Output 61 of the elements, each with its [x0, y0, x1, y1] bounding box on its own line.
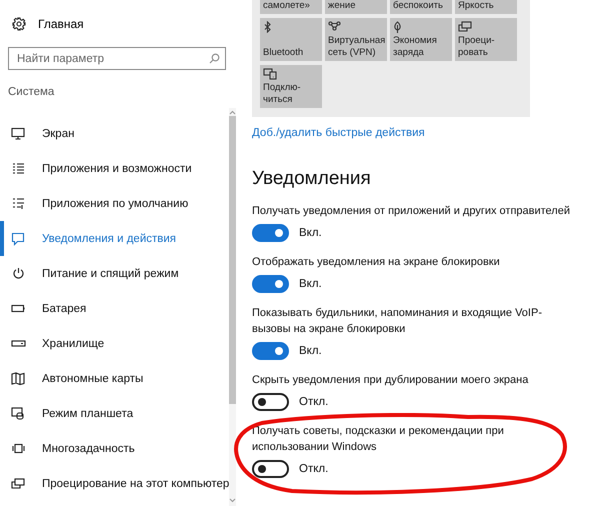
sidebar-item[interactable]: Приложения по умолчанию — [0, 186, 230, 221]
quick-action-tile[interactable]: самолете» — [260, 0, 322, 14]
sidebar-item[interactable]: Проецирование на этот компьютер — [0, 466, 230, 501]
setting-label: Показывать будильники, напоминания и входящие VoIP-вызовы на экране блокировки — [252, 306, 543, 337]
toggle-switch[interactable] — [252, 275, 289, 293]
toggle-state: Откл. — [299, 463, 328, 475]
list-icon — [10, 162, 26, 175]
screens-icon — [10, 478, 26, 490]
home-link[interactable]: Главная — [11, 14, 84, 34]
sidebar-item[interactable]: Многозадачность — [0, 431, 230, 466]
toggle-switch[interactable] — [252, 342, 289, 360]
scrollbar-thumb[interactable] — [229, 116, 236, 404]
sidebar-item[interactable]: Питание и спящий режим — [0, 256, 230, 291]
search-icon — [209, 53, 220, 64]
screens-icon — [458, 21, 472, 33]
map-icon — [10, 372, 26, 386]
quick-action-tile[interactable]: жение — [325, 0, 387, 14]
settings-icon — [11, 17, 27, 31]
sidebar-item[interactable]: Режим планшета — [0, 396, 230, 431]
sidebar-item[interactable]: Приложения и возможности — [0, 151, 230, 186]
section-heading: Уведомления — [252, 168, 372, 190]
toggle-state: Вкл. — [299, 345, 322, 357]
quick-action-tile[interactable]: Подклю-читься — [260, 65, 322, 108]
sidebar-item[interactable]: Уведомления и действия — [0, 221, 230, 256]
setting-label: Получать уведомления от приложений и других отправителей — [252, 204, 571, 219]
monitor-icon — [10, 127, 26, 140]
network-icon — [328, 21, 341, 31]
leaf-icon — [393, 21, 402, 34]
sidebar-item[interactable]: Экран — [0, 116, 230, 151]
message-icon — [10, 232, 26, 246]
scroll-up-icon[interactable] — [229, 108, 236, 116]
sidebar-item[interactable]: Хранилище — [0, 326, 230, 361]
toggle-state: Вкл. — [299, 278, 322, 290]
add-remove-link[interactable]: Доб./удалить быстрые действия — [252, 127, 425, 139]
drive-icon — [10, 339, 26, 348]
bluetooth-icon — [263, 21, 272, 33]
quick-action-tile[interactable]: беспокоить — [390, 0, 452, 14]
toggle-switch[interactable] — [252, 393, 289, 411]
tablet-icon — [10, 407, 26, 420]
scroll-down-icon[interactable] — [229, 496, 236, 504]
search-field[interactable]: Найти параметр — [8, 47, 226, 70]
quick-action-tile[interactable]: Проеци-ровать — [455, 18, 517, 61]
quick-action-tile[interactable]: Яркость — [455, 0, 517, 14]
quick-action-tile[interactable]: Bluetooth — [260, 18, 322, 61]
scrollbar[interactable] — [229, 108, 236, 506]
quick-action-tile[interactable]: Экономия заряда — [390, 18, 452, 61]
multitask-icon — [10, 443, 26, 454]
setting-label: Скрыть уведомления при дублировании моего экрана — [252, 373, 530, 388]
sidebar-item[interactable]: Батарея — [0, 291, 230, 326]
sidebar-item[interactable]: Автономные карты — [0, 361, 230, 396]
toggle-state: Вкл. — [299, 227, 322, 239]
devices-icon — [263, 68, 277, 80]
toggle-state: Откл. — [299, 396, 328, 408]
toggle-switch[interactable] — [252, 460, 289, 478]
setting-label: Отображать уведомления на экране блокировки — [252, 255, 501, 270]
quick-action-tile[interactable]: Виртуальная сеть (VPN) — [325, 18, 387, 61]
setting-label: Получать советы, подсказки и рекомендации при использовании Windows — [252, 424, 505, 455]
list-icon — [10, 197, 26, 210]
battery-icon — [10, 304, 26, 313]
section-label: Система — [8, 86, 56, 98]
toggle-switch[interactable] — [252, 224, 289, 242]
